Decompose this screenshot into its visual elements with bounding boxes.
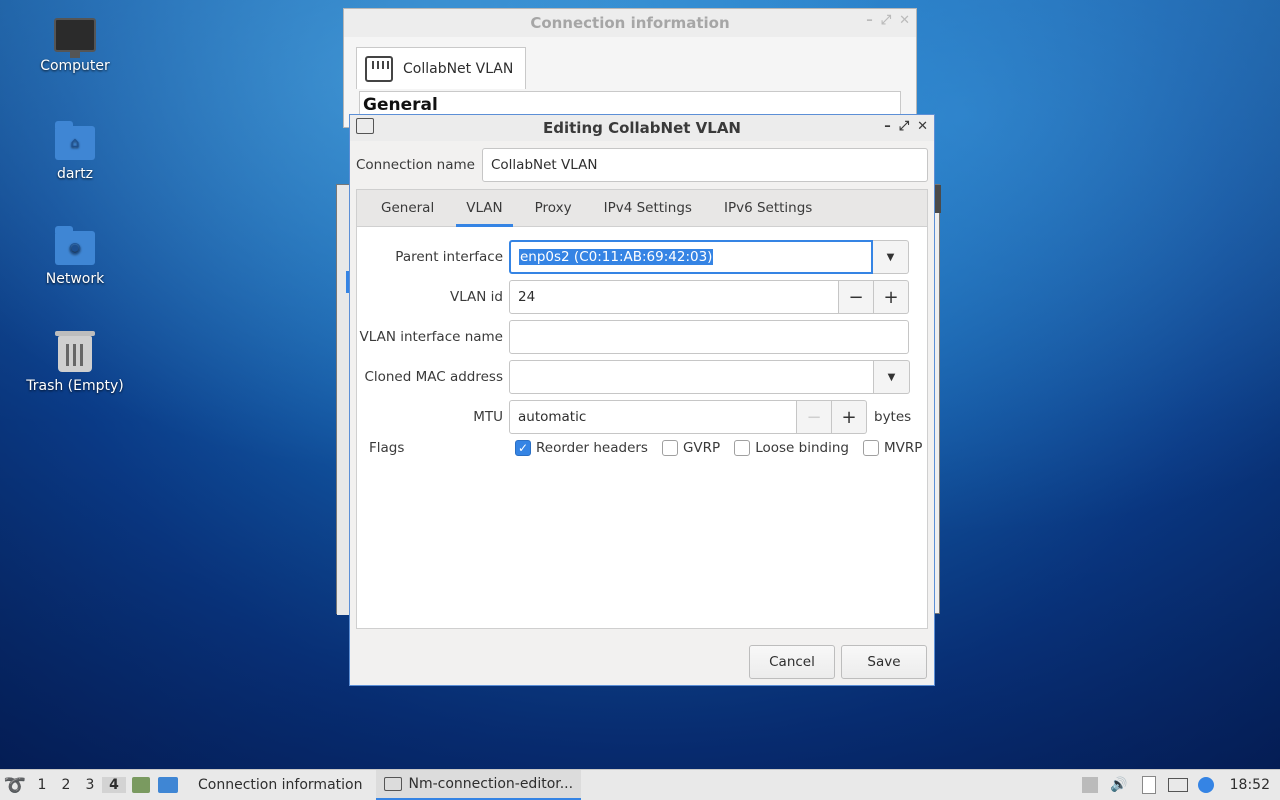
task-label: Nm-connection-editor... xyxy=(408,775,574,792)
save-button[interactable]: Save xyxy=(841,645,927,679)
flag-loose-binding[interactable]: Loose binding xyxy=(734,440,849,456)
cloned-mac-label: Cloned MAC address xyxy=(364,369,503,385)
tab-bar: General VLAN Proxy IPv4 Settings IPv6 Se… xyxy=(357,190,927,227)
parent-interface-value: enp0s2 (C0:11:AB:69:42:03) xyxy=(519,249,714,265)
home-folder-icon: ⌂ xyxy=(55,121,95,160)
trash-icon xyxy=(55,331,95,372)
show-desktop-icon[interactable] xyxy=(158,777,178,793)
minus-icon: − xyxy=(797,400,832,434)
editing-connection-window[interactable]: Editing CollabNet VLAN – ⤢ ✕ Connection … xyxy=(349,114,935,686)
start-menu-icon[interactable]: ➰ xyxy=(0,775,30,796)
ethernet-icon xyxy=(365,55,393,82)
network-folder-icon: ◉ xyxy=(55,226,95,265)
workspace-3[interactable]: 3 xyxy=(78,777,102,793)
clipboard-icon[interactable] xyxy=(1141,776,1156,794)
mtu-unit-label: bytes xyxy=(874,409,912,425)
flags-label: Flags xyxy=(369,440,405,456)
tray-up-arrow-icon[interactable] xyxy=(1082,777,1099,793)
checkbox-unchecked-icon[interactable] xyxy=(734,440,751,456)
vlan-interface-name-input[interactable] xyxy=(509,320,909,354)
vlan-id-input[interactable]: 24 xyxy=(509,280,839,314)
desktop-icon-network[interactable]: ◉ Network xyxy=(20,226,130,287)
vlan-interface-name-label: VLAN interface name xyxy=(359,329,503,345)
mtu-label: MTU xyxy=(473,409,503,425)
titlebar[interactable]: Connection information – ⤢ ✕ xyxy=(344,9,916,37)
parent-interface-input[interactable]: enp0s2 (C0:11:AB:69:42:03) xyxy=(509,240,873,274)
workspace-4[interactable]: 4 xyxy=(102,777,126,793)
connection-name-input[interactable]: CollabNet VLAN xyxy=(482,148,928,182)
workspace-2[interactable]: 2 xyxy=(54,777,78,793)
flag-label: Reorder headers xyxy=(536,440,648,456)
network-icon[interactable] xyxy=(1167,778,1188,792)
desktop-icon-home[interactable]: ⌂ dartz xyxy=(20,121,130,182)
flag-label: GVRP xyxy=(682,440,721,456)
flag-label: Loose binding xyxy=(755,440,849,456)
flag-mvrp[interactable]: MVRP xyxy=(862,440,923,456)
tab-vlan[interactable]: VLAN xyxy=(450,190,518,227)
close-icon[interactable]: ✕ xyxy=(917,119,928,134)
tab-ipv4-settings[interactable]: IPv4 Settings xyxy=(588,190,708,226)
parent-interface-combo[interactable]: enp0s2 (C0:11:AB:69:42:03) ▼ xyxy=(509,240,909,274)
plus-icon[interactable]: + xyxy=(874,280,909,314)
desktop-icon-label: dartz xyxy=(56,166,94,182)
network-editor-icon xyxy=(356,118,374,134)
tab-proxy[interactable]: Proxy xyxy=(519,190,588,226)
tab-collabnet-vlan[interactable]: CollabNet VLAN xyxy=(356,47,526,89)
checkbox-checked-icon[interactable]: ✓ xyxy=(515,440,531,456)
flag-gvrp[interactable]: GVRP xyxy=(661,440,721,456)
plus-icon[interactable]: + xyxy=(832,400,867,434)
minimize-icon[interactable]: – xyxy=(884,119,891,134)
workspace-1[interactable]: 1 xyxy=(30,777,54,793)
connection-information-window[interactable]: Connection information – ⤢ ✕ CollabNet V… xyxy=(343,8,917,131)
cloned-mac-combo[interactable]: ▼ xyxy=(509,360,910,394)
notification-icon[interactable] xyxy=(1197,777,1214,793)
flag-reorder-headers[interactable]: ✓ Reorder headers xyxy=(515,440,648,456)
task-label: Connection information xyxy=(198,777,363,793)
tab-label: CollabNet VLAN xyxy=(403,60,514,77)
chevron-down-icon[interactable]: ▼ xyxy=(874,360,910,394)
settings-notebook: General VLAN Proxy IPv4 Settings IPv6 Se… xyxy=(356,189,928,629)
minimize-icon[interactable]: – xyxy=(866,13,873,28)
cancel-button[interactable]: Cancel xyxy=(749,645,835,679)
checkbox-unchecked-icon[interactable] xyxy=(862,440,879,456)
tab-ipv6-settings[interactable]: IPv6 Settings xyxy=(708,190,828,226)
window-title: Connection information xyxy=(530,14,730,32)
vlan-id-label: VLAN id xyxy=(449,289,503,305)
chevron-down-icon[interactable]: ▼ xyxy=(873,240,909,274)
parent-interface-label: Parent interface xyxy=(395,249,503,265)
desktop-icon-computer[interactable]: Computer xyxy=(20,18,130,74)
maximize-icon[interactable]: ⤢ xyxy=(899,119,909,134)
desktop-icon-label: Computer xyxy=(40,58,110,74)
file-manager-icon[interactable] xyxy=(132,777,150,793)
minus-icon[interactable]: − xyxy=(839,280,874,314)
volume-icon[interactable]: 🔊 xyxy=(1110,777,1127,793)
titlebar[interactable]: Editing CollabNet VLAN – ⤢ ✕ xyxy=(350,115,934,141)
task-connection-information[interactable]: Connection information xyxy=(190,770,370,800)
window-title: Editing CollabNet VLAN xyxy=(543,119,741,137)
tab-general[interactable]: General xyxy=(365,190,450,226)
computer-icon xyxy=(54,18,96,58)
clock[interactable]: 18:52 xyxy=(1230,777,1270,793)
desktop-icon-label: Trash (Empty) xyxy=(26,378,124,394)
close-icon[interactable]: ✕ xyxy=(899,13,910,28)
connection-name-label: Connection name xyxy=(356,157,475,173)
task-nm-connection-editor[interactable]: Nm-connection-editor... xyxy=(376,769,582,800)
cloned-mac-input[interactable] xyxy=(509,360,874,394)
taskbar: ➰ 1 2 3 4 Connection information Nm-conn… xyxy=(0,769,1280,800)
network-editor-icon xyxy=(384,776,403,791)
checkbox-unchecked-icon[interactable] xyxy=(661,440,678,456)
maximize-icon[interactable]: ⤢ xyxy=(881,13,891,28)
mtu-input[interactable]: automatic xyxy=(509,400,797,434)
desktop-icon-trash[interactable]: Trash (Empty) xyxy=(20,331,130,394)
flag-label: MVRP xyxy=(883,440,923,456)
desktop-icon-label: Network xyxy=(45,271,105,287)
